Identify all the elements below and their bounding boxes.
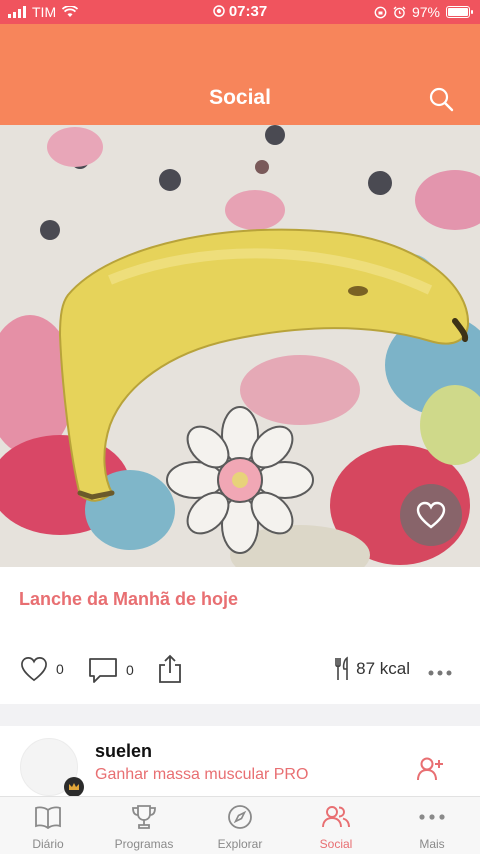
user-name[interactable]: suelen (95, 741, 152, 762)
status-bar: TIM 07:37 97% (0, 0, 480, 24)
post-actions: 0 0 87 kcal (0, 648, 480, 692)
battery-icon (446, 6, 473, 18)
like-button[interactable]: 0 (20, 656, 64, 682)
alarm-icon (393, 6, 406, 18)
tab-bar: Diário Programas Explorar Social Mais (0, 796, 480, 854)
more-horizontal-icon (428, 670, 452, 676)
battery-percent: 97% (411, 4, 440, 20)
trophy-icon (132, 805, 156, 829)
user-row[interactable]: suelen Ganhar massa muscular PRO (0, 726, 480, 797)
like-count: 0 (56, 661, 64, 677)
app-header: Social (0, 24, 480, 125)
share-button[interactable] (158, 654, 182, 684)
rotation-lock-icon (374, 6, 387, 18)
comment-icon (89, 658, 117, 683)
heart-icon (416, 501, 446, 529)
tab-diario[interactable]: Diário (0, 803, 96, 851)
comment-button[interactable]: 0 (88, 656, 134, 684)
section-divider (0, 704, 480, 726)
comment-count: 0 (126, 662, 134, 678)
tab-programas[interactable]: Programas (96, 803, 192, 851)
clock: 07:37 (228, 3, 268, 20)
tab-label: Social (319, 837, 353, 851)
tab-label: Mais (419, 837, 445, 851)
fork-knife-icon (335, 656, 348, 680)
share-icon (159, 654, 181, 683)
tab-explorar[interactable]: Explorar (192, 803, 288, 851)
crown-icon (64, 777, 84, 797)
compass-icon (228, 805, 252, 829)
book-icon (35, 806, 61, 829)
tab-mais[interactable]: Mais (384, 803, 480, 851)
tab-label: Explorar (217, 837, 263, 851)
user-goal: Ganhar massa muscular PRO (95, 766, 309, 783)
calorie-value: 87 kcal (356, 659, 410, 678)
more-options-button[interactable] (428, 656, 452, 682)
tab-label: Programas (114, 837, 174, 851)
like-photo-button[interactable] (400, 484, 462, 546)
heart-outline-icon (21, 657, 47, 682)
page-title: Social (209, 86, 271, 109)
more-icon (419, 814, 445, 820)
users-icon (322, 806, 350, 828)
post-title: Lanche da Manhã de hoje (19, 589, 239, 609)
tab-label: Diário (32, 837, 64, 851)
search-icon[interactable] (428, 86, 454, 112)
add-user-icon[interactable] (416, 756, 444, 782)
calorie-info: 87 kcal (334, 656, 410, 682)
tab-social[interactable]: Social (288, 803, 384, 851)
recording-icon (213, 5, 225, 17)
